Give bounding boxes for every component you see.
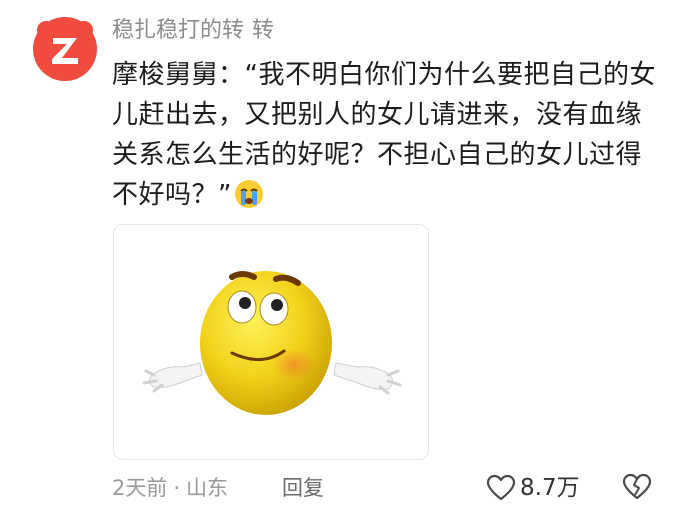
meta-separator: · [173, 476, 181, 500]
comment-meta: 2天前 · 山东 [112, 472, 228, 504]
username[interactable]: 稳扎稳打的转转 [112, 16, 274, 46]
broken-heart-icon [622, 473, 652, 500]
username-text[interactable]: 稳扎稳打的转 [112, 18, 244, 43]
avatar[interactable] [32, 16, 98, 82]
timestamp: 2天前 [112, 476, 168, 500]
reply-button[interactable]: 回复 [282, 472, 324, 504]
comment-body: 摩梭舅舅：“我不明白你们为什么要把自己的女儿赶出去，又把别人的女儿请进来，没有血… [112, 60, 656, 210]
comment-footer: 2天前 · 山东 回复 8.7万 [112, 472, 657, 504]
location: 山东 [186, 476, 229, 500]
username-tag: 转 [252, 18, 275, 43]
attached-image[interactable] [113, 224, 429, 460]
dislike-button[interactable] [622, 473, 652, 510]
like-count: 8.7万 [520, 475, 580, 501]
shrugging-smiley-sticker [142, 271, 402, 415]
heart-icon [486, 474, 516, 501]
comment-text: 摩梭舅舅：“我不明白你们为什么要把自己的女儿赶出去，又把别人的女儿请进来，没有血… [112, 55, 657, 221]
app-logo-icon [33, 17, 97, 81]
crying-face-icon [234, 179, 264, 221]
like-button[interactable]: 8.7万 [486, 472, 580, 504]
